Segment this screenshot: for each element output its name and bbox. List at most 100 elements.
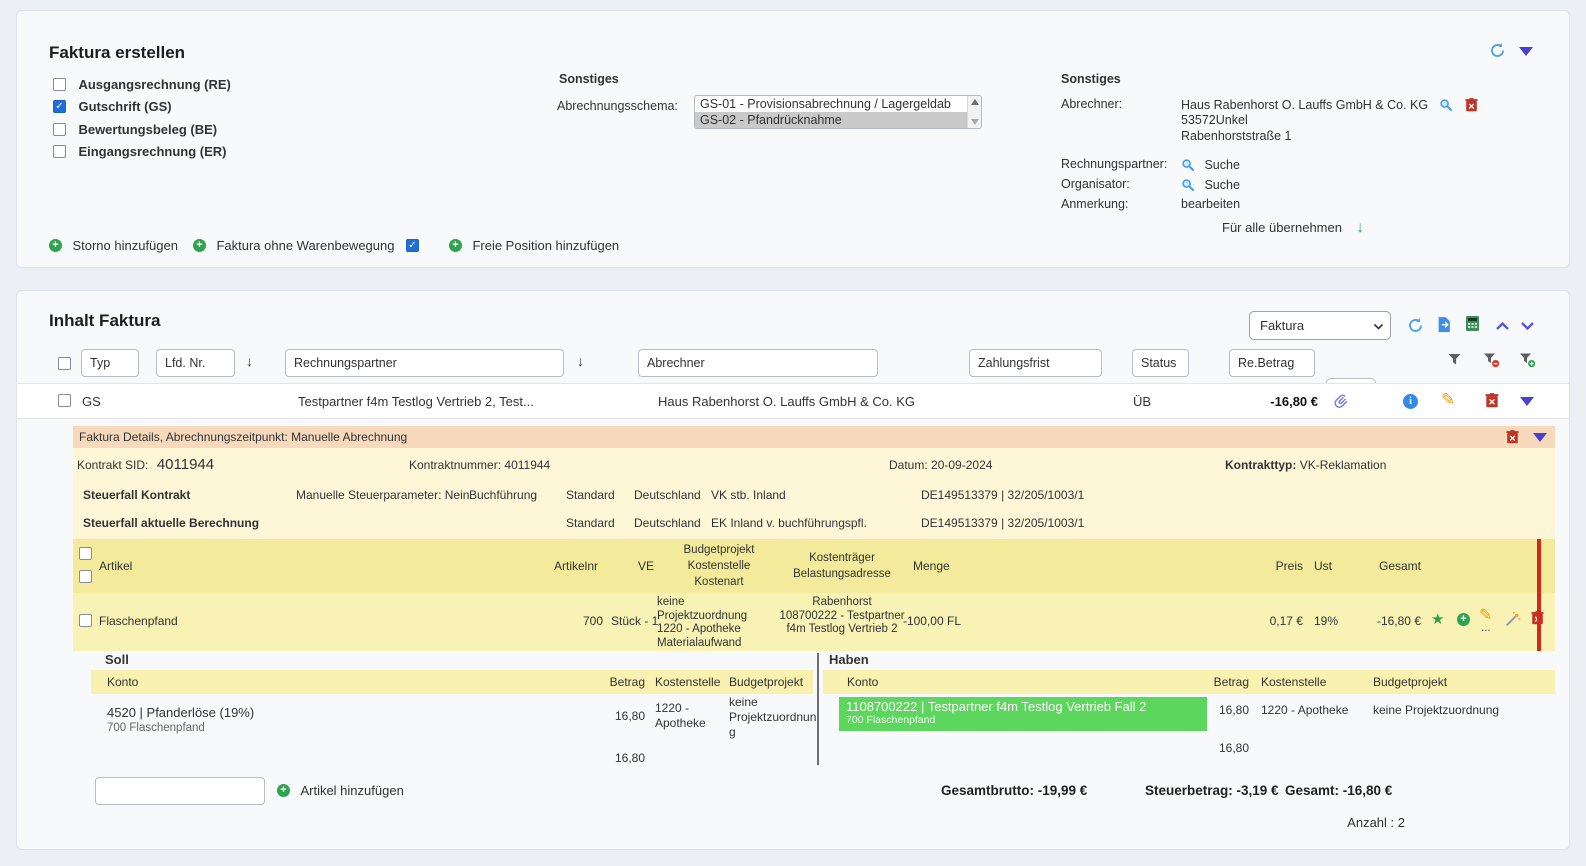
add-icon[interactable]: +	[193, 239, 206, 253]
filter-remove-icon[interactable]	[1483, 352, 1500, 368]
wand-icon[interactable]	[1505, 611, 1521, 627]
add-icon[interactable]: +	[49, 239, 62, 253]
invoice-row[interactable]: GS Testpartner f4m Testlog Vertrieb 2, T…	[17, 383, 1569, 419]
filter-typ-input[interactable]	[81, 349, 139, 377]
apply-all-row[interactable]: Für alle übernehmen ↓	[1222, 219, 1364, 237]
calculator-icon[interactable]	[1465, 315, 1480, 332]
haben-konto-sub: 700 Flaschenpfand	[846, 714, 936, 726]
edit-article-icon[interactable]: ✎	[1479, 608, 1492, 624]
haben-betrag: 16,80	[1218, 703, 1249, 717]
organisator-search[interactable]: Suche	[1181, 176, 1240, 194]
collapse-details-icon[interactable]	[1533, 433, 1547, 442]
row-checkbox[interactable]	[58, 394, 71, 407]
bearbeiten-link[interactable]: bearbeiten	[1181, 197, 1240, 211]
kontrakt-details-panel: Kontrakt SID: 4011944 Kontraktnummer: 40…	[73, 448, 1555, 539]
rechnungspartner-search[interactable]: Suche	[1181, 156, 1240, 174]
steuerfall-mode: Standard	[566, 488, 615, 502]
soll-betrag: 16,80	[614, 709, 645, 723]
eingangsrechnung-checkbox[interactable]	[53, 145, 66, 159]
soll-konto-sub: 700 Flaschenpfand	[107, 722, 205, 734]
gesamt-total: Gesamt: -16,80 €	[1285, 783, 1393, 798]
add-article-link[interactable]: + Artikel hinzufügen	[277, 782, 404, 800]
attachment-icon[interactable]	[1333, 393, 1349, 409]
type-label: Eingangsrechnung (ER)	[78, 144, 227, 160]
add-free-position-link[interactable]: + Freie Position hinzufügen	[449, 237, 619, 255]
col-ve: VE	[638, 559, 655, 573]
abrechnungsschema-listbox[interactable]: GS-01 - Provisionsabrechnung / Lagergeld…	[694, 95, 982, 129]
collapse-row-icon[interactable]	[1520, 397, 1534, 406]
refresh-icon[interactable]	[1407, 317, 1424, 334]
filter-status-input[interactable]	[1132, 349, 1189, 377]
steuerfall-param: Manuelle Steuerparameter: Nein	[296, 488, 470, 502]
filter-lfdnr-input[interactable]	[156, 349, 235, 377]
panel-title: Faktura erstellen	[49, 43, 186, 62]
add-storno-link[interactable]: + Storno hinzufügen	[49, 237, 178, 255]
type-label: Ausgangsrechnung (RE)	[78, 77, 231, 93]
view-select[interactable]: Faktura	[1249, 311, 1391, 340]
scroll-down-icon[interactable]	[970, 119, 979, 125]
steuerfall-berechnung-title: Steuerfall aktuelle Berechnung	[83, 516, 260, 530]
view-select-wrap: Faktura	[1249, 311, 1391, 340]
delete-abrechner-icon[interactable]	[1465, 97, 1478, 112]
move-up-icon[interactable]	[1495, 321, 1510, 331]
info-icon[interactable]: i	[1403, 394, 1418, 409]
search-icon[interactable]	[1181, 158, 1195, 172]
apply-all-down-icon[interactable]: ↓	[1356, 219, 1364, 236]
collapse-panel-icon[interactable]	[1519, 47, 1533, 56]
schema-option-gs01[interactable]: GS-01 - Provisionsabrechnung / Lagergeld…	[695, 96, 967, 112]
filter-rechnungspartner-input[interactable]	[285, 349, 564, 377]
filter-rebetrag-input[interactable]	[1229, 349, 1315, 377]
add-icon[interactable]: +	[277, 784, 290, 798]
steuerfall-buchfuehrung: Buchführung	[469, 488, 538, 502]
article-select-all-checkbox-2[interactable]	[79, 570, 92, 583]
soll-title: Soll	[105, 652, 129, 667]
suche-link[interactable]: Suche	[1204, 158, 1239, 172]
schema-option-gs02[interactable]: GS-02 - Pfandrücknahme	[695, 112, 967, 128]
suche-link[interactable]: Suche	[1204, 178, 1239, 192]
edit-icon[interactable]: ✎	[1441, 391, 1455, 408]
add-position-icon[interactable]: +	[1457, 613, 1470, 626]
col-kostentraeger: Kostenträger Belastungsadresse	[793, 552, 891, 580]
listbox-scrollbar[interactable]	[967, 96, 981, 128]
filter-abrechner-input[interactable]	[638, 349, 878, 377]
col-artikel: Artikel	[99, 559, 133, 573]
sort-down-icon[interactable]: ↓	[246, 353, 253, 369]
sort-down-icon[interactable]: ↓	[577, 353, 584, 369]
delete-icon[interactable]	[1485, 393, 1499, 408]
abrechner-value-row: Haus Rabenhorst O. Lauffs GmbH & Co. KG	[1181, 96, 1478, 114]
row-typ: GS	[82, 394, 101, 409]
soll-kostenstelle: 1220 - Apotheke	[655, 701, 706, 730]
soll-budget: keine Projektzuordnung	[729, 695, 817, 739]
more-options[interactable]: ...	[1481, 622, 1491, 634]
export-icon[interactable]	[1436, 316, 1453, 333]
select-all-checkbox[interactable]	[58, 357, 71, 370]
abrechner-zip-city: 53572Unkel	[1181, 113, 1248, 127]
ohne-warenbewegung-checkbox[interactable]: ✓	[405, 239, 419, 253]
filter-icon[interactable]	[1447, 352, 1462, 367]
add-icon[interactable]: +	[449, 239, 462, 253]
article-checkbox[interactable]	[79, 614, 92, 627]
article-select-all-checkbox[interactable]	[79, 547, 92, 560]
row-status: ÜB	[1133, 394, 1152, 409]
sonstiges-heading-mid: Sonstiges	[559, 72, 619, 86]
search-icon[interactable]	[1181, 178, 1195, 192]
refresh-icon[interactable]	[1489, 42, 1506, 59]
bewertungsbeleg-checkbox[interactable]	[53, 123, 66, 137]
gutschrift-checkbox[interactable]: ✓	[53, 100, 66, 114]
scroll-up-icon[interactable]	[970, 99, 979, 105]
filter-zahlungsfrist-input[interactable]	[969, 349, 1102, 377]
article-table-header: Artikel Artikelnr VE Budgetprojekt Koste…	[73, 539, 1555, 593]
faktura-ohne-warenbewegung: + Faktura ohne Warenbewegung ✓	[193, 237, 419, 255]
move-down-icon[interactable]	[1520, 321, 1535, 331]
ausgangsrechnung-checkbox[interactable]	[53, 78, 66, 92]
article-menge: -100,00 FL	[902, 614, 961, 628]
article-ve: Stück - 1	[611, 614, 659, 628]
apply-all-label[interactable]: Für alle übernehmen	[1222, 220, 1342, 235]
delete-details-icon[interactable]	[1506, 430, 1519, 444]
favorite-icon[interactable]: ★	[1431, 612, 1444, 627]
search-icon[interactable]	[1439, 98, 1453, 112]
add-article-input[interactable]	[95, 777, 265, 805]
haben-col-betrag: Betrag	[1213, 675, 1249, 689]
datum: Datum: 20-09-2024	[889, 458, 993, 472]
filter-add-icon[interactable]	[1519, 352, 1536, 368]
